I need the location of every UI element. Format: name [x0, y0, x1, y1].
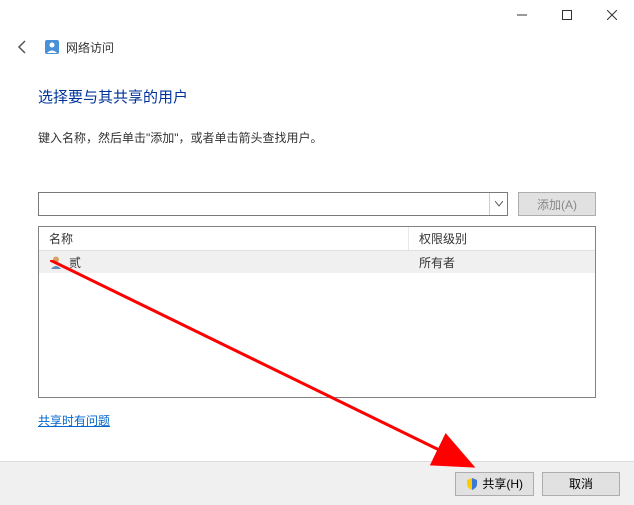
table-header: 名称 权限级别	[39, 227, 595, 251]
content-area: 选择要与其共享的用户 键入名称，然后单击"添加"，或者单击箭头查找用户。 添加(…	[0, 64, 634, 429]
minimize-button[interactable]	[499, 0, 544, 30]
footer-bar: 共享(H) 取消	[0, 461, 634, 505]
cell-user: 贰	[39, 254, 409, 271]
user-name: 贰	[69, 254, 81, 271]
user-icon	[49, 255, 63, 269]
column-permission[interactable]: 权限级别	[409, 230, 595, 247]
shield-icon	[466, 478, 478, 490]
instruction-text: 键入名称，然后单击"添加"，或者单击箭头查找用户。	[38, 129, 596, 146]
cancel-button[interactable]: 取消	[542, 472, 620, 496]
table-row[interactable]: 贰 所有者	[39, 251, 595, 273]
share-button[interactable]: 共享(H)	[455, 472, 534, 496]
titlebar	[0, 0, 634, 30]
close-button[interactable]	[589, 0, 634, 30]
add-button[interactable]: 添加(A)	[518, 192, 596, 216]
page-heading: 选择要与其共享的用户	[38, 86, 596, 107]
share-button-label: 共享(H)	[482, 475, 523, 492]
user-combobox[interactable]	[38, 192, 508, 216]
network-access-icon	[44, 39, 60, 55]
back-button[interactable]	[14, 38, 32, 56]
column-name[interactable]: 名称	[39, 227, 409, 250]
header-bar: 网络访问	[0, 30, 634, 64]
chevron-down-icon[interactable]	[489, 193, 507, 215]
window-title: 网络访问	[66, 39, 114, 56]
user-input-row: 添加(A)	[38, 192, 596, 216]
maximize-button[interactable]	[544, 0, 589, 30]
users-table: 名称 权限级别 贰 所有者	[38, 226, 596, 398]
cell-permission: 所有者	[409, 254, 595, 271]
user-input[interactable]	[39, 193, 487, 215]
trouble-sharing-link[interactable]: 共享时有问题	[38, 412, 110, 429]
